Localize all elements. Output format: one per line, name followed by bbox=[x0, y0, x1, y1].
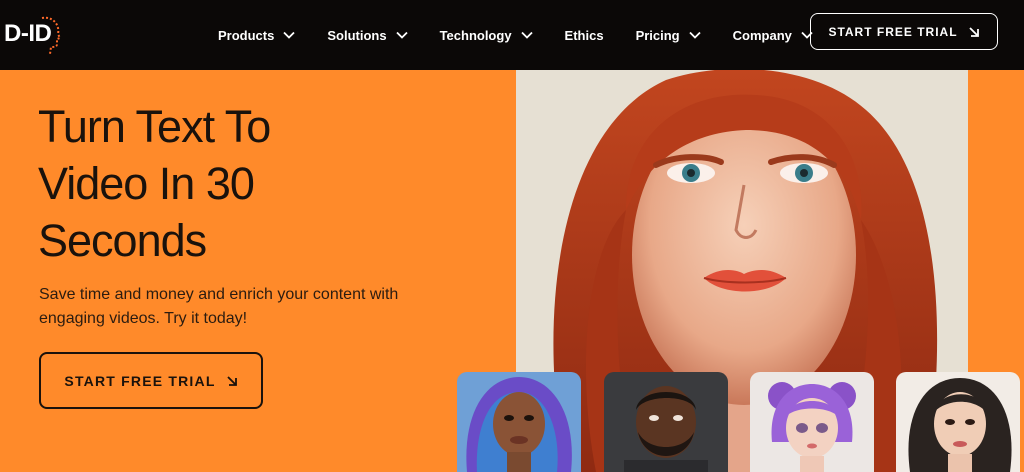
hero-title-line: Turn Text To bbox=[38, 101, 271, 152]
nav-item-label: Company bbox=[732, 27, 792, 43]
arrow-down-right-icon bbox=[968, 26, 980, 38]
chevron-down-icon bbox=[520, 31, 533, 39]
hero-title-line: Video In 30 bbox=[38, 158, 255, 209]
avatar-thumbnail-3[interactable] bbox=[750, 372, 874, 472]
nav-item-label: Pricing bbox=[635, 27, 680, 43]
nav-item-label: Solutions bbox=[327, 27, 387, 43]
brand-logo[interactable]: D-ID bbox=[4, 14, 62, 55]
nav-item-label: Technology bbox=[439, 27, 512, 43]
hero-subtitle-line: Save time and money and enrich your cont… bbox=[39, 286, 399, 303]
chevron-down-icon bbox=[689, 31, 701, 39]
hero-subtitle: Save time and money and enrich your cont… bbox=[39, 283, 439, 331]
nav-item-products[interactable]: Products bbox=[218, 28, 295, 43]
top-navigation-bar: D-ID Products Solutions Technology Ethic… bbox=[0, 0, 1024, 70]
hero-start-free-trial-button[interactable]: START FREE TRIAL bbox=[39, 352, 263, 409]
button-label: START FREE TRIAL bbox=[828, 24, 958, 39]
chevron-down-icon bbox=[395, 31, 408, 39]
start-free-trial-button[interactable]: START FREE TRIAL bbox=[810, 13, 998, 50]
avatar-thumbnail-2[interactable] bbox=[604, 372, 728, 472]
button-label: START FREE TRIAL bbox=[64, 372, 216, 389]
hero-title-line: Seconds bbox=[38, 215, 207, 266]
nav-item-label: Ethics bbox=[564, 27, 604, 43]
nav-item-pricing[interactable]: Pricing bbox=[636, 28, 701, 43]
nav-item-solutions[interactable]: Solutions bbox=[327, 27, 408, 43]
chevron-down-icon bbox=[283, 31, 295, 39]
arrow-down-right-icon bbox=[226, 375, 238, 387]
head-profile-icon bbox=[41, 16, 62, 55]
nav-item-technology[interactable]: Technology bbox=[440, 28, 533, 43]
avatar-thumbnail-1[interactable] bbox=[457, 372, 581, 472]
hero-title: Turn Text To Video In 30 Seconds bbox=[38, 98, 458, 269]
avatar-thumbnail-4[interactable] bbox=[896, 372, 1020, 472]
nav-item-label: Products bbox=[218, 27, 275, 43]
hero-subtitle-line: engaging videos. Try it today! bbox=[39, 310, 248, 327]
main-nav: Products Solutions Technology Ethics Pri… bbox=[218, 0, 845, 70]
nav-item-ethics[interactable]: Ethics bbox=[565, 28, 604, 43]
nav-item-company[interactable]: Company bbox=[733, 28, 813, 43]
